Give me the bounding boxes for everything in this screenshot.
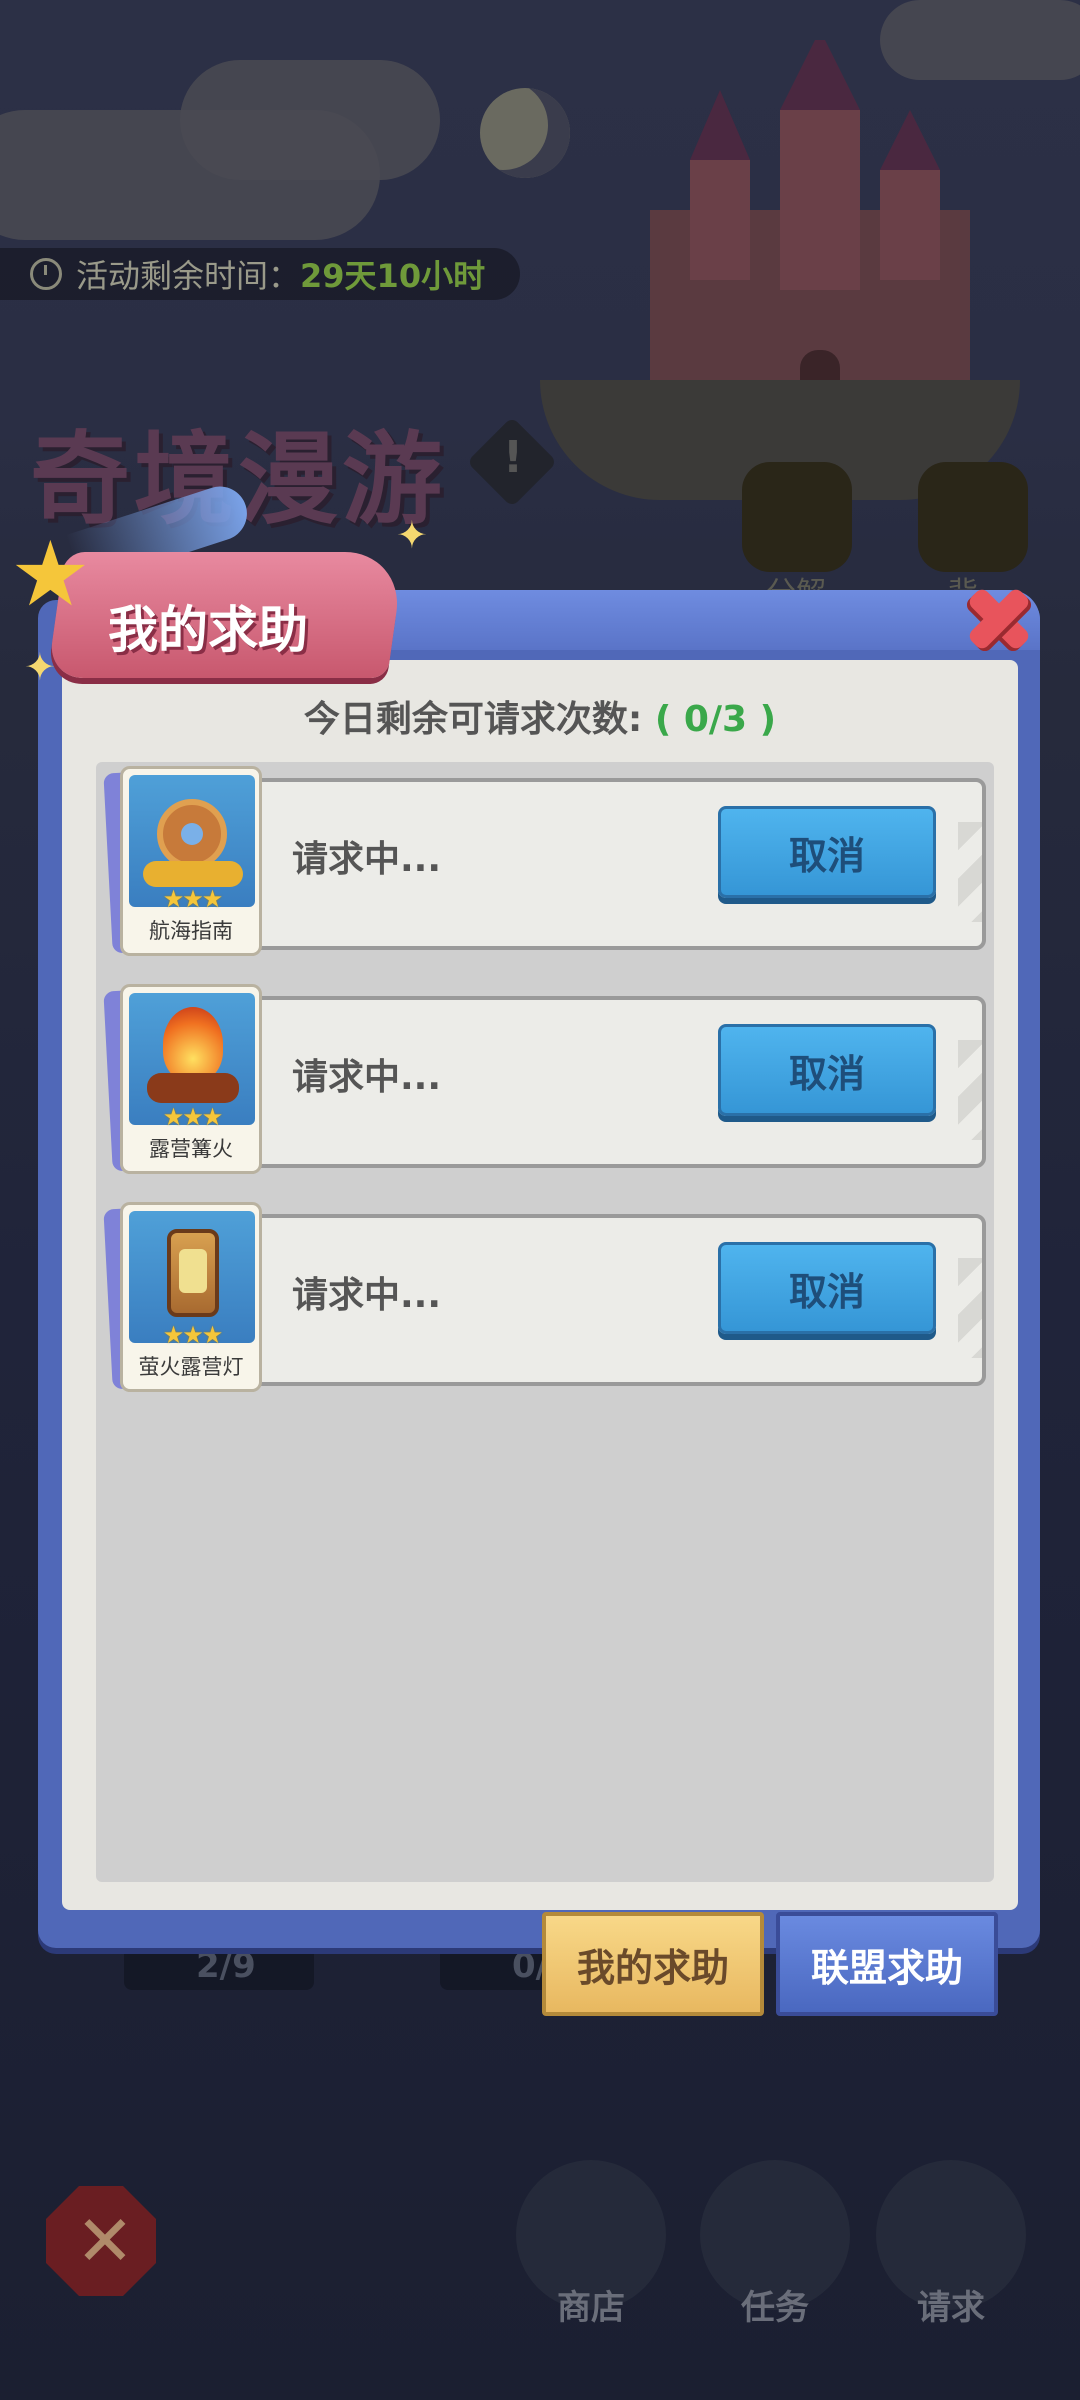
sparkle-icon: ✦ <box>24 645 56 689</box>
request-row: ★★★ 萤火露营灯 请求中... 取消 <box>103 1202 986 1392</box>
event-timer: 活动剩余时间： 29天10小时 <box>0 248 520 300</box>
remaining-requests: 今日剩余可请求次数: ( 0/3 ) <box>62 690 1018 742</box>
backpack-button[interactable] <box>918 462 1028 572</box>
decompose-button[interactable] <box>742 462 852 572</box>
request-label: 请求 <box>917 2288 985 2328</box>
item-card[interactable]: ★★★ 航海指南 <box>120 766 262 956</box>
close-icon: ✕ <box>75 2200 135 2282</box>
coins-decoration <box>143 861 243 887</box>
lantern-shape <box>167 1229 219 1317</box>
cancel-button[interactable]: 取消 <box>718 1242 936 1334</box>
cancel-button[interactable]: 取消 <box>718 1024 936 1116</box>
item-name: 航海指南 <box>149 919 233 943</box>
cancel-button[interactable]: 取消 <box>718 806 936 898</box>
tab-alliance-help[interactable]: 联盟求助 <box>776 1912 998 2016</box>
star-icon: ★ <box>10 522 91 627</box>
star-rating: ★★★ <box>162 1321 224 1349</box>
request-row: ★★★ 露营篝火 请求中... 取消 <box>103 984 986 1174</box>
progress-text: 2/9 <box>196 1946 256 1986</box>
compass-dial <box>157 799 227 869</box>
close-button[interactable] <box>958 578 1038 658</box>
task-label: 任务 <box>741 2288 809 2328</box>
dialog-title: 我的求助 <box>108 601 308 659</box>
remaining-requests-label: 今日剩余可请求次数: <box>303 699 643 740</box>
logs-shape <box>147 1073 239 1103</box>
moon-icon <box>480 88 570 178</box>
request-status: 请求中... <box>292 1275 442 1316</box>
dialog-header-decoration <box>300 590 1040 650</box>
shop-label: 商店 <box>557 2288 625 2328</box>
timer-value: 29天10小时 <box>300 257 486 295</box>
exclamation-icon: ! <box>502 432 524 483</box>
request-status: 请求中... <box>292 1057 442 1098</box>
request-status: 请求中... <box>292 839 442 880</box>
sparkle-icon: ✦ <box>396 513 428 557</box>
star-rating: ★★★ <box>162 885 224 913</box>
timer-label: 活动剩余时间： <box>76 257 301 295</box>
clock-icon <box>30 258 62 290</box>
remaining-requests-value: ( 0/3 ) <box>654 699 777 740</box>
star-rating: ★★★ <box>162 1103 224 1131</box>
item-card[interactable]: ★★★ 萤火露营灯 <box>120 1202 262 1392</box>
item-name: 露营篝火 <box>149 1137 233 1161</box>
flame-shape <box>163 1007 223 1081</box>
request-row: ★★★ 航海指南 请求中... 取消 <box>103 766 986 956</box>
item-card[interactable]: ★★★ 露营篝火 <box>120 984 262 1174</box>
background-cloud <box>180 60 440 180</box>
tab-my-help[interactable]: 我的求助 <box>542 1912 764 2016</box>
item-name: 萤火露营灯 <box>138 1355 244 1379</box>
